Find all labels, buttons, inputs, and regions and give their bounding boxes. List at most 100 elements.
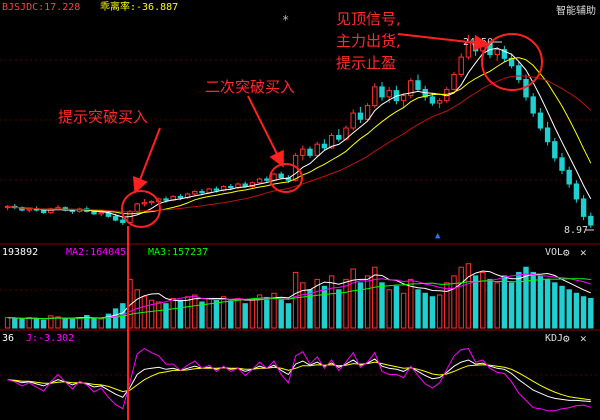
candle-body	[580, 198, 587, 217]
volume-ma2: MA2:164045	[66, 247, 126, 258]
candle-body	[112, 215, 119, 221]
candle-body	[264, 178, 270, 181]
candle-body	[588, 215, 594, 226]
candle-body	[566, 169, 572, 185]
candle-body	[256, 178, 263, 184]
candle-body	[429, 96, 436, 104]
candle-body	[516, 65, 522, 80]
candle-body	[372, 86, 378, 107]
volume-bar	[12, 317, 18, 329]
kdj-lines	[7, 348, 591, 412]
candle-body	[573, 183, 580, 200]
candle-body	[494, 49, 500, 56]
star-marker-icon: *	[282, 13, 289, 27]
volume-bar	[508, 282, 515, 329]
volume-bar	[163, 303, 169, 329]
candle-body	[400, 95, 407, 102]
volume-bar	[472, 275, 479, 329]
candle-body	[271, 173, 277, 181]
volume-bar	[91, 317, 97, 329]
candle-body	[321, 143, 328, 149]
volume-bar	[501, 275, 508, 329]
ma20-line	[7, 75, 592, 213]
ma5-line	[7, 47, 592, 218]
volume-bar	[19, 318, 25, 329]
candle-body	[228, 185, 234, 189]
volume-bar	[292, 271, 299, 329]
volume-close-icon[interactable]: ✕	[580, 246, 587, 259]
blue-marker-icon: ▲	[435, 231, 441, 241]
volume-bar	[249, 299, 256, 329]
kdj-value: 36	[2, 333, 14, 344]
candle-body	[415, 80, 421, 90]
volume-bar	[465, 263, 472, 329]
candle-body	[386, 90, 392, 98]
volume-bar	[26, 317, 32, 329]
candle-body	[206, 188, 212, 194]
volume-bar	[494, 282, 500, 329]
volume-bar	[537, 275, 544, 329]
candle-body	[177, 195, 184, 199]
candle-body	[559, 157, 565, 171]
candle-body	[98, 212, 104, 215]
smart-assistant-button[interactable]: 智能辅助	[556, 2, 596, 17]
volume-bar	[213, 299, 220, 329]
volume-bar	[436, 294, 443, 329]
candle-body	[163, 198, 169, 201]
volume-bar	[552, 282, 558, 329]
volume-settings-gear-icon[interactable]: ⚙	[563, 246, 570, 259]
candle-body	[91, 210, 97, 215]
volume-bar	[156, 301, 162, 329]
volume-bar	[112, 308, 119, 329]
kdj-j-line	[7, 348, 591, 412]
volume-bar	[76, 317, 83, 329]
volume-bar	[364, 275, 371, 329]
indicator-value: BJSJDC:17.228	[2, 2, 80, 13]
moving-average-lines	[7, 47, 592, 218]
candle-body	[537, 112, 544, 129]
volume-bar	[98, 318, 104, 329]
candlestick-series	[4, 34, 594, 228]
volume-bar	[69, 318, 76, 329]
volume-bar	[184, 296, 191, 329]
candle-body	[336, 134, 342, 140]
candle-body	[552, 141, 558, 159]
candle-body	[364, 105, 371, 120]
candle-body	[40, 209, 47, 214]
candle-body	[192, 190, 198, 195]
kdj-tag: KDJ	[545, 333, 563, 344]
volume-bar	[307, 289, 313, 329]
candle-body	[357, 112, 364, 120]
breakout-annotation: 提示突破买入	[58, 108, 148, 126]
kdj-d-line	[7, 361, 591, 401]
volume-bar	[206, 297, 212, 329]
volume-ma3: MA3:157237	[148, 247, 208, 258]
volume-bar	[264, 296, 270, 329]
volume-bar	[336, 289, 342, 329]
volume-bar	[580, 296, 587, 329]
volume-bar	[444, 282, 450, 329]
volume-bar	[285, 303, 292, 329]
volume-value: 193892	[2, 247, 38, 258]
kdj-settings-gear-icon[interactable]: ⚙	[563, 332, 570, 345]
volume-bar	[300, 282, 306, 329]
kdj-k-line	[7, 358, 591, 402]
kdj-close-icon[interactable]: ✕	[580, 332, 587, 345]
candle-body	[379, 86, 385, 98]
volume-bar	[379, 282, 385, 329]
volume-bar	[350, 268, 356, 329]
volume-bar	[400, 292, 407, 329]
top-signal-annotation-line3: 提示止盈	[336, 54, 396, 72]
candle-body	[148, 200, 155, 204]
volume-bar	[199, 301, 205, 329]
chart-canvas: BJSJDC:17.228 乖离率:-36.887 * 193892 MA2:1…	[0, 0, 600, 420]
breakout-arrow	[132, 127, 161, 194]
breakout-circle	[121, 190, 161, 228]
volume-bar	[566, 289, 572, 329]
volume-bar	[516, 271, 522, 329]
volume-tag: VOL	[545, 247, 563, 258]
volume-bar	[458, 266, 464, 329]
volume-bar	[415, 289, 421, 329]
top-signal-annotation-line2: 主力出货,	[336, 32, 401, 50]
candle-body	[530, 96, 536, 114]
